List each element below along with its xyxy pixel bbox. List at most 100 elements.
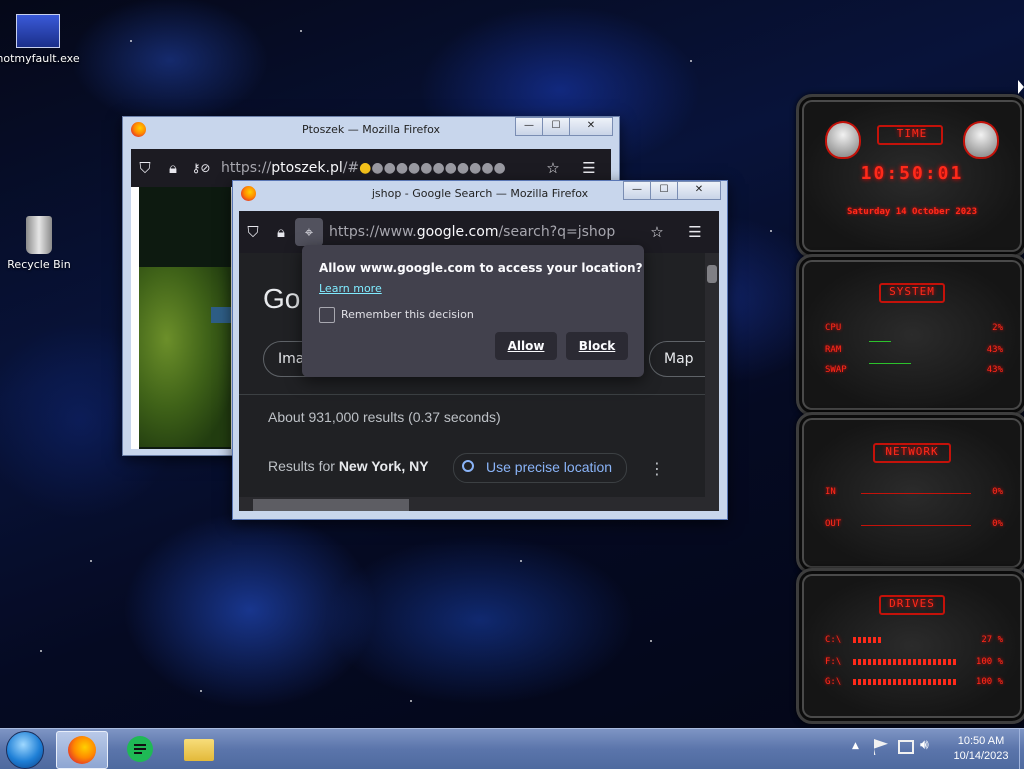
use-precise-location-button[interactable]: Use precise location [453,453,627,483]
target-icon [462,460,474,472]
system-value: 2% [992,323,1003,333]
block-button[interactable]: Block [566,332,628,360]
clock-date: 10/14/2023 [953,750,1009,762]
taskbar-firefox[interactable] [56,731,108,769]
window-titlebar[interactable]: Ptoszek — Mozilla Firefox — ☐ ✕ [123,117,619,143]
drive-label: F:\ [825,657,842,667]
gadget-title: TIME [896,127,928,140]
gadget-drives[interactable]: DRIVES C:\ 27 % F:\ 100 % G:\ 100 % [796,568,1024,724]
firefox-icon [131,122,146,137]
taskbar-notes-app[interactable] [116,731,166,767]
lock-icon[interactable]: 🔒︎ [159,159,187,177]
clock-time: 10:50 AM [957,735,1005,747]
ram-graph [869,363,911,364]
network-out-graph [861,525,971,526]
permission-message: Allow www.google.com to access your loca… [319,261,643,275]
desktop-icon-notmyfault[interactable]: notmyfault.exe [0,14,83,65]
network-value: 0% [992,487,1003,497]
result-stats: About 931,000 results (0.37 seconds) [268,409,501,425]
start-orb-button[interactable] [6,731,44,769]
network-label: OUT [825,519,842,529]
network-icon[interactable] [898,740,914,754]
close-button[interactable]: ✕ [569,117,613,136]
drive-label: C:\ [825,635,842,645]
desktop-icon-label: Recycle Bin [7,258,71,271]
remember-decision-label: Remember this decision [341,308,474,321]
learn-more-link[interactable]: Learn more [319,282,382,295]
divider [239,394,705,395]
bookmark-star-icon[interactable]: ☆ [643,223,671,241]
gadget-time[interactable]: TIME 10:50:01 Saturday 14 October 2023 [796,94,1024,258]
desktop-icon-label: notmyfault.exe [0,52,80,65]
allow-button[interactable]: Allow [495,332,557,360]
mouse-cursor [1018,80,1024,94]
location-permission-popup: Allow www.google.com to access your loca… [302,245,644,377]
alien-head-icon [825,121,861,159]
permissions-icon[interactable]: ⚷⊘ [187,161,215,175]
folder-icon [184,739,214,761]
map-image [139,187,231,449]
desktop: notmyfault.exe Recycle Bin Ptoszek — Moz… [0,0,1024,769]
window-title: jshop - Google Search — Mozilla Firefox [371,187,589,200]
menu-icon[interactable]: ☰ [681,223,709,241]
alien-head-icon [963,121,999,159]
lock-icon[interactable]: 🔒︎ [267,223,295,241]
system-label: RAM [825,345,842,355]
window-title: Ptoszek — Mozilla Firefox [301,123,441,136]
network-value: 0% [992,519,1003,529]
gadget-title: DRIVES [889,597,935,610]
desktop-icon-recycle-bin[interactable]: Recycle Bin [0,216,84,271]
clock-display: 10:50:01 [860,163,964,184]
url-bar[interactable]: https://ptoszek.pl/#●●●●●●●●●●●● [221,160,506,176]
action-center-icon[interactable] [874,739,888,755]
menu-icon[interactable]: ☰ [575,159,603,177]
system-value: 43% [986,345,1003,355]
drive-bar [853,659,957,665]
minimize-button[interactable]: — [515,117,543,136]
cpu-graph [869,341,891,342]
vertical-scrollbar[interactable] [705,253,719,497]
gadget-system[interactable]: SYSTEM CPU 2% RAM 43% SWAP 43% [796,254,1024,416]
drive-bar [853,679,957,685]
network-label: IN [825,487,836,497]
shield-icon[interactable]: ⛉ [239,223,267,241]
taskbar-clock[interactable]: 10:50 AM 10/14/2023 [944,734,1018,764]
firefox-icon [68,736,96,764]
window-titlebar[interactable]: jshop - Google Search — Mozilla Firefox … [233,181,727,207]
exe-icon [16,14,60,48]
more-options-icon[interactable]: ⋮ [649,459,665,478]
drive-value: 100 % [975,657,1003,667]
gadget-network[interactable]: NETWORK IN 0% OUT 0% [796,412,1024,574]
show-hidden-icons-button[interactable]: ▲ [852,741,859,751]
close-button[interactable]: ✕ [677,181,721,200]
system-label: SWAP [825,365,847,375]
firefox-icon [241,186,256,201]
maximize-button[interactable]: ☐ [542,117,570,136]
horizontal-scrollbar[interactable] [239,497,719,511]
bookmark-star-icon[interactable]: ☆ [539,159,567,177]
maximize-button[interactable]: ☐ [650,181,678,200]
taskbar-file-explorer[interactable] [174,731,224,767]
drive-bar [853,637,881,643]
location-permission-icon[interactable]: ⌖ [295,218,323,246]
results-for: Results for New York, NY [268,458,429,474]
notes-icon [127,736,153,762]
drive-label: G:\ [825,677,842,687]
show-desktop-button[interactable] [1019,729,1024,769]
url-bar[interactable]: https://www.google.com/search?q=jshop [329,224,615,240]
gadget-title: NETWORK [885,445,939,458]
drive-value: 100 % [975,677,1003,687]
network-in-graph [861,493,971,494]
system-value: 43% [986,365,1003,375]
minimize-button[interactable]: — [623,181,651,200]
drive-value: 27 % [981,635,1003,645]
recycle-bin-icon [26,216,52,254]
remember-decision-checkbox[interactable] [319,307,335,323]
google-logo[interactable]: Go [263,283,300,315]
system-label: CPU [825,323,842,333]
results-location: New York, NY [338,458,429,474]
volume-icon[interactable]: 🔊︎ [920,737,929,753]
taskbar: ▲ 🔊︎ 10:50 AM 10/14/2023 [0,728,1024,769]
gadget-title: SYSTEM [889,285,935,298]
shield-icon[interactable]: ⛉ [131,159,159,177]
